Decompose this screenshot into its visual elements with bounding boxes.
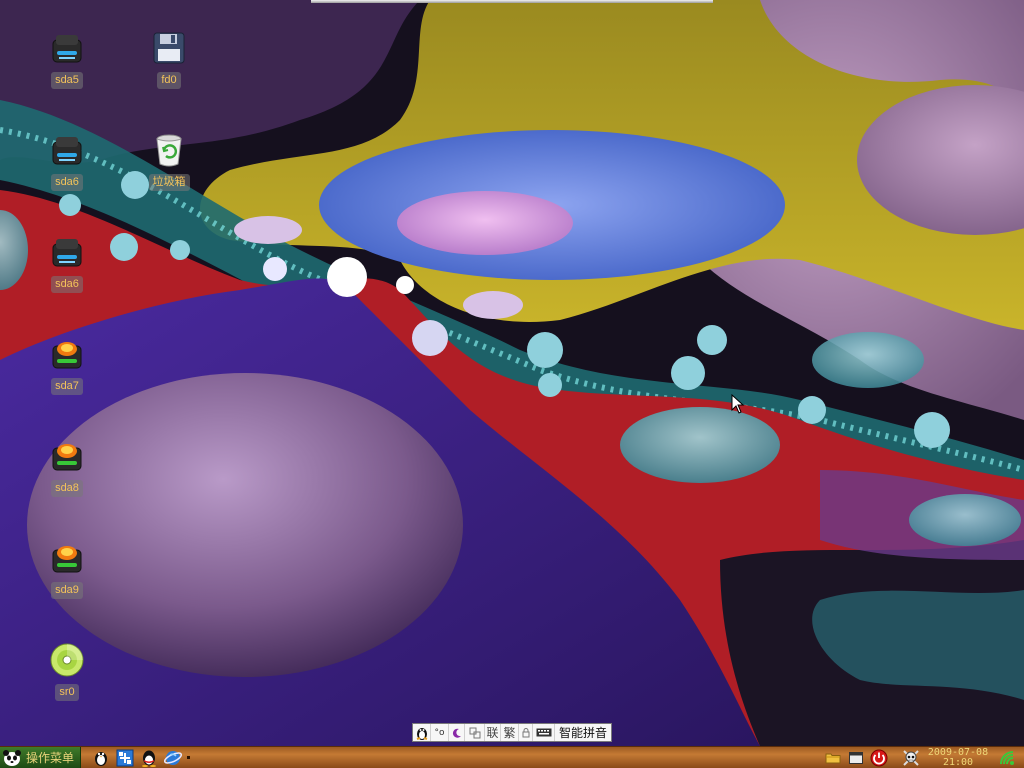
desktop-icon-sda5[interactable]: sda5: [37, 28, 97, 89]
desktop-icon-label: sda6: [51, 276, 83, 293]
floppy-disk-icon: [139, 28, 199, 68]
qq-icon[interactable]: [139, 748, 159, 768]
power-icon[interactable]: [868, 747, 890, 768]
taskbar: 操作菜单 2009-07-08 21:00: [0, 746, 1024, 768]
clock-time: 21:00: [942, 757, 974, 768]
folder-icon[interactable]: [823, 747, 843, 768]
cd-drive-icon: [37, 640, 97, 680]
hard-drive-icon: [37, 130, 97, 170]
ime-mode-label[interactable]: 智能拼音: [555, 724, 611, 741]
desktop-icon-label: sda5: [51, 72, 83, 89]
hard-drive-icon: [37, 436, 97, 476]
desktop-icon-sda8[interactable]: sda8: [37, 436, 97, 497]
desktop-icon-label: sr0: [55, 684, 79, 701]
penguin-icon[interactable]: [91, 748, 111, 768]
desktop-icon-label: 垃圾箱: [148, 174, 190, 191]
desktop-icon-label: sda6: [51, 174, 83, 191]
desktop-icon-label: fd0: [157, 72, 181, 89]
desktop-icon-sda6-b[interactable]: sda6: [37, 232, 97, 293]
moon-icon[interactable]: [449, 724, 465, 741]
punctuation-toggle-icon[interactable]: °o: [431, 724, 449, 741]
lock-icon[interactable]: [519, 724, 533, 741]
hard-drive-icon: [37, 538, 97, 578]
ime-toolbar: °o 联 繁 智能拼音: [412, 723, 612, 742]
ime-association-toggle[interactable]: 联: [485, 724, 501, 741]
top-panel-strip: [311, 0, 713, 3]
trash-icon: [139, 130, 199, 170]
desktop-icon-sr0[interactable]: sr0: [37, 640, 97, 701]
desktop-icon-trash[interactable]: 垃圾箱: [139, 130, 199, 191]
start-menu-button[interactable]: 操作菜单: [0, 747, 82, 768]
desktop-icon-label: sda9: [51, 582, 83, 599]
hard-drive-icon: [37, 334, 97, 374]
ime-traditional-toggle[interactable]: 繁: [501, 724, 519, 741]
mouse-pointer-icon: [731, 394, 745, 414]
hard-drive-icon: [37, 28, 97, 68]
desktop-icon-label: sda8: [51, 480, 83, 497]
desktop-icon-fd0[interactable]: fd0: [139, 28, 199, 89]
browser-icon[interactable]: [163, 748, 183, 768]
skull-icon[interactable]: [900, 747, 922, 768]
start-menu-label: 操作菜单: [26, 751, 75, 765]
hard-drive-icon: [37, 232, 97, 272]
keyboard-icon[interactable]: [533, 724, 555, 741]
taskbar-separator: [187, 756, 191, 759]
desktop-icon-sda6[interactable]: sda6: [37, 130, 97, 191]
network-icon[interactable]: [115, 748, 135, 768]
desktop-icon-sda7[interactable]: sda7: [37, 334, 97, 395]
desktop-wallpaper: [0, 0, 1024, 746]
network-status-icon[interactable]: [996, 747, 1018, 768]
window-icon[interactable]: [846, 747, 866, 768]
penguin-icon[interactable]: [413, 724, 431, 741]
system-clock[interactable]: 2009-07-08 21:00: [921, 747, 995, 768]
desktop-icon-label: sda7: [51, 378, 83, 395]
desktop-icon-sda9[interactable]: sda9: [37, 538, 97, 599]
soft-keyboard-small-icon[interactable]: [465, 724, 485, 741]
panda-logo-icon: [3, 749, 21, 766]
